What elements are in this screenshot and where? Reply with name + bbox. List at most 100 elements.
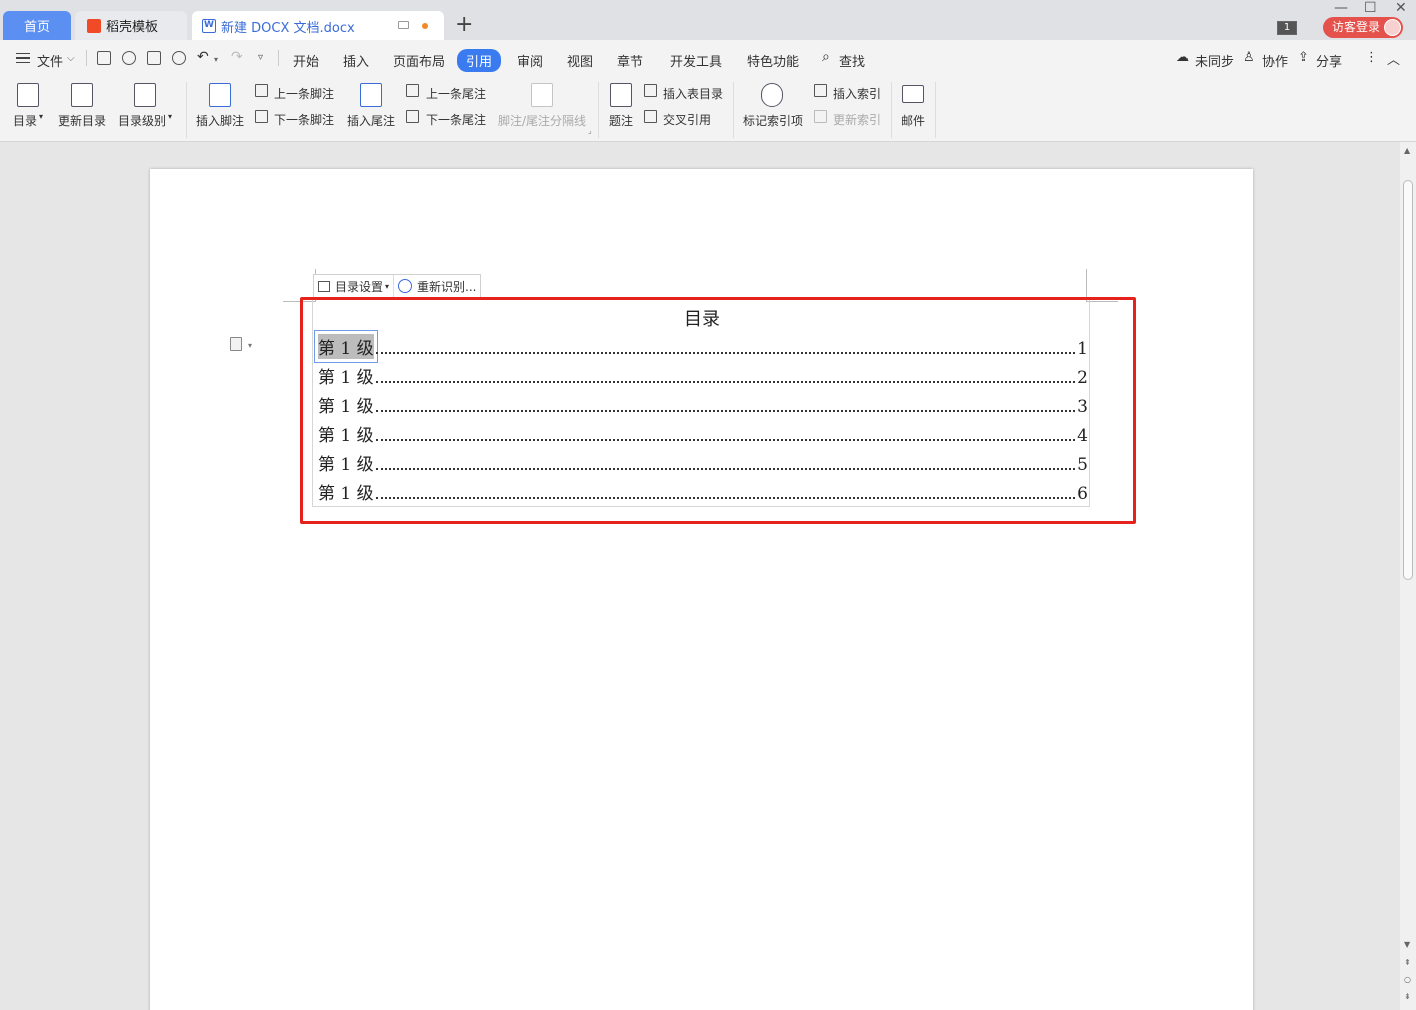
scroll-up-icon[interactable]: ▲ <box>1404 146 1410 155</box>
toc-settings-label: 目录设置 <box>335 279 384 294</box>
prev-endnote-button[interactable]: 上一条尾注 <box>426 85 486 102</box>
more-icon[interactable]: ⋮ <box>1365 50 1378 65</box>
menu-page-layout[interactable]: 页面布局 <box>393 51 445 70</box>
caption-icon[interactable] <box>610 83 632 107</box>
scroll-down-icon[interactable]: ▼ <box>1404 940 1410 949</box>
tab-home[interactable]: 首页 <box>3 11 71 40</box>
insert-footnote-icon[interactable] <box>209 83 231 107</box>
document-page[interactable]: ▾ 目录设置 ▾ 重新识别... 目录 第 1 级 1 第 1 级 2 第 1 … <box>150 169 1253 1010</box>
next-page-icon[interactable]: ⇟ <box>1404 992 1411 1001</box>
tab-templates[interactable]: 稻壳模板 <box>75 11 187 40</box>
insert-endnote-button[interactable]: 插入尾注 <box>347 112 395 129</box>
customize-quickaccess-icon[interactable]: ▿ <box>258 52 263 63</box>
update-index-button[interactable]: 更新索引 <box>833 111 881 128</box>
cloud-icon[interactable]: ☁ <box>1176 50 1189 65</box>
toc-level-icon[interactable] <box>134 83 156 107</box>
paragraph-handle-icon[interactable] <box>230 337 242 351</box>
update-toc-button[interactable]: 更新目录 <box>58 112 106 129</box>
tab-home-label: 首页 <box>23 20 50 35</box>
insert-table-of-figures-button[interactable]: 插入表目录 <box>663 85 723 102</box>
cross-reference-button[interactable]: 交叉引用 <box>663 111 711 128</box>
prev-endnote-icon[interactable] <box>406 84 419 97</box>
menu-view[interactable]: 视图 <box>567 51 593 70</box>
search-icon[interactable]: ⌕ <box>822 49 830 65</box>
menu-references[interactable]: 引用 <box>457 49 502 72</box>
toc-button[interactable]: 目录 <box>13 112 37 129</box>
next-footnote-button[interactable]: 下一条脚注 <box>274 111 334 128</box>
paragraph-handle-dropdown-icon[interactable]: ▾ <box>248 341 252 350</box>
tab-document[interactable]: W 新建 DOCX 文档.docx <box>192 11 444 41</box>
undo-dropdown-icon[interactable]: ▾ <box>214 55 218 64</box>
insert-endnote-icon[interactable] <box>360 83 382 107</box>
toc-recognize-button[interactable]: 重新识别... <box>393 275 480 297</box>
export-icon[interactable] <box>122 51 136 65</box>
next-endnote-button[interactable]: 下一条尾注 <box>426 111 486 128</box>
update-toc-icon[interactable] <box>71 83 93 107</box>
minimize-button[interactable]: — <box>1334 0 1348 16</box>
vertical-scrollbar[interactable]: ▲ ▼ ⇞ ○ ⇟ <box>1400 142 1416 1010</box>
collapse-ribbon-icon[interactable]: ︿ <box>1387 49 1400 68</box>
menu-start[interactable]: 开始 <box>293 51 319 70</box>
select-browse-object-icon[interactable]: ○ <box>1404 975 1411 984</box>
menu-section[interactable]: 章节 <box>617 51 643 70</box>
insert-index-icon[interactable] <box>814 84 827 97</box>
share-icon[interactable]: ⇪ <box>1298 50 1309 65</box>
redo-icon[interactable]: ↷ <box>231 49 243 65</box>
hamburger-icon[interactable] <box>16 53 30 63</box>
insert-index-button[interactable]: 插入索引 <box>833 85 881 102</box>
share-button[interactable]: 分享 <box>1316 51 1342 70</box>
title-bar: 首页 稻壳模板 W 新建 DOCX 文档.docx + — ☐ ✕ 1 访客登录 <box>0 0 1416 41</box>
separator-line-icon[interactable] <box>531 83 553 107</box>
monitor-icon[interactable] <box>398 21 409 29</box>
user-icon[interactable]: ♙ <box>1243 50 1255 65</box>
menu-special-features[interactable]: 特色功能 <box>747 51 799 70</box>
footnote-separator-button[interactable]: 脚注/尾注分隔线 <box>498 112 586 129</box>
toc-settings-icon <box>318 280 330 292</box>
mail-icon[interactable] <box>902 85 924 103</box>
table-of-figures-icon[interactable] <box>644 84 657 97</box>
menu-developer[interactable]: 开发工具 <box>670 51 722 70</box>
menu-review[interactable]: 审阅 <box>517 51 543 70</box>
toc-floating-toolbar: 目录设置 ▾ 重新识别... <box>313 274 482 298</box>
writer-doc-icon: W <box>202 19 216 33</box>
divider <box>935 82 936 138</box>
prev-page-icon[interactable]: ⇞ <box>1404 958 1411 967</box>
menu-search[interactable]: 查找 <box>839 51 865 70</box>
dialog-launcher-icon[interactable]: ⌟ <box>588 126 592 135</box>
print-preview-icon[interactable] <box>172 51 186 65</box>
scroll-thumb[interactable] <box>1403 180 1413 580</box>
sync-status[interactable]: 未同步 <box>1195 51 1234 70</box>
caption-button[interactable]: 题注 <box>609 112 633 129</box>
mark-index-icon[interactable] <box>761 83 783 107</box>
menu-insert[interactable]: 插入 <box>343 51 369 70</box>
print-icon[interactable] <box>147 51 161 65</box>
maximize-button[interactable]: ☐ <box>1364 0 1377 16</box>
update-index-icon[interactable] <box>814 110 827 123</box>
daoke-logo-icon <box>87 18 101 33</box>
insert-footnote-button[interactable]: 插入脚注 <box>196 112 244 129</box>
avatar-icon <box>1384 19 1401 36</box>
mark-index-entry-button[interactable]: 标记索引项 <box>743 112 803 129</box>
guest-login-button[interactable]: 访客登录 <box>1323 17 1403 38</box>
toc-settings-button[interactable]: 目录设置 ▾ <box>314 275 393 297</box>
undo-icon[interactable]: ↶ <box>197 49 209 65</box>
close-button[interactable]: ✕ <box>1395 0 1407 16</box>
new-tab-button[interactable]: + <box>455 13 473 37</box>
next-footnote-icon[interactable] <box>255 110 268 123</box>
save-icon[interactable] <box>97 51 111 65</box>
recognize-icon <box>398 279 413 293</box>
guest-login-label: 访客登录 <box>1332 20 1381 34</box>
next-endnote-icon[interactable] <box>406 110 419 123</box>
toc-level-dropdown-icon[interactable]: ▾ <box>168 112 172 121</box>
toc-icon[interactable] <box>17 83 39 107</box>
unsaved-dot-icon <box>422 23 428 29</box>
cross-reference-icon[interactable] <box>644 110 657 123</box>
window-count-badge[interactable]: 1 <box>1277 21 1297 35</box>
prev-footnote-button[interactable]: 上一条脚注 <box>274 85 334 102</box>
toc-dropdown-icon[interactable]: ▾ <box>39 112 43 121</box>
menu-file[interactable]: 文件 <box>37 51 63 70</box>
prev-footnote-icon[interactable] <box>255 84 268 97</box>
collaborate-button[interactable]: 协作 <box>1262 51 1288 70</box>
mail-button[interactable]: 邮件 <box>901 112 925 129</box>
toc-level-button[interactable]: 目录级别 <box>118 112 166 129</box>
